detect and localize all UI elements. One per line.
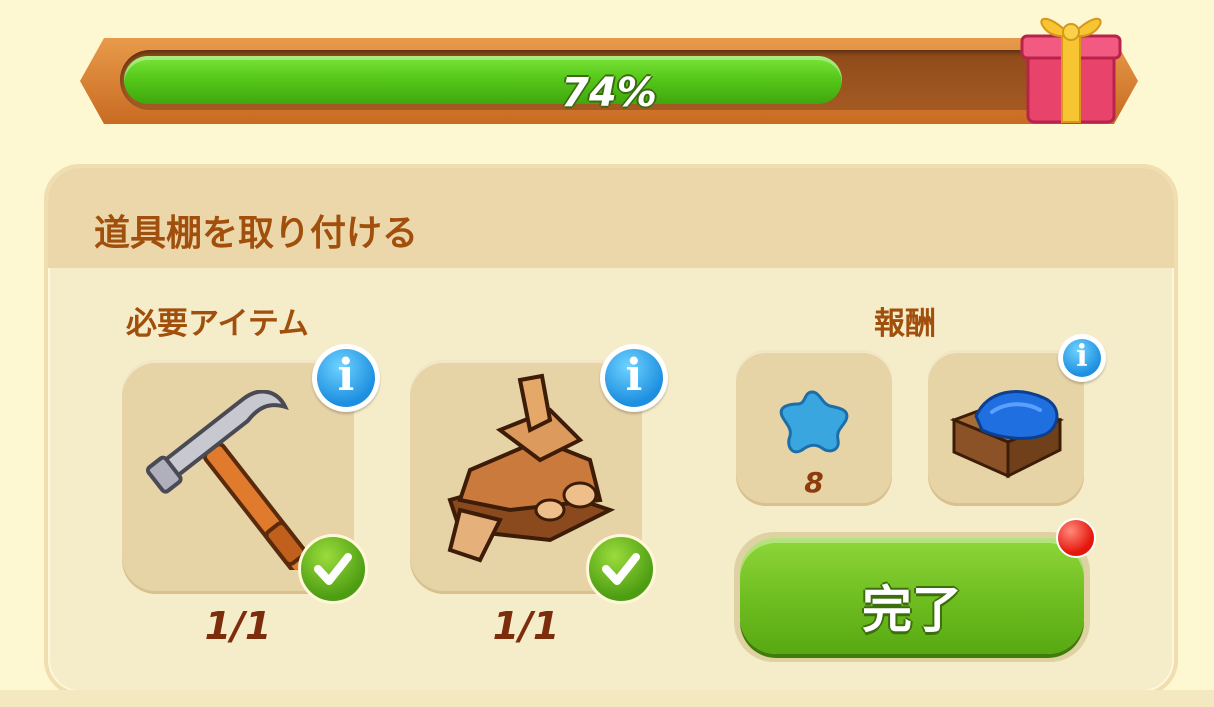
bottom-strip <box>0 690 1214 707</box>
progress-bar: 74% <box>80 38 1138 124</box>
task-header: 道具棚を取り付ける <box>48 168 1174 268</box>
complete-button-label: 完了 <box>862 581 962 639</box>
required-count: 1/1 <box>492 604 560 648</box>
notification-dot <box>1056 518 1096 558</box>
checkmark-icon <box>298 534 368 604</box>
info-icon[interactable]: i <box>312 344 380 412</box>
reward-label: 報酬 <box>874 306 936 342</box>
required-count: 1/1 <box>204 604 272 648</box>
checkmark-icon <box>586 534 656 604</box>
blue-star-icon <box>779 390 849 454</box>
complete-button-face: 完了 <box>740 538 1084 654</box>
reward-count: 8 <box>804 466 824 499</box>
complete-button[interactable]: 完了 <box>734 532 1090 662</box>
progress-track: 74% <box>120 50 1098 110</box>
info-icon[interactable]: i <box>600 344 668 412</box>
cloth-crate-icon <box>949 390 1065 479</box>
gift-box-icon[interactable] <box>1016 0 1126 126</box>
task-panel: 道具棚を取り付ける 必要アイテム 報酬 i 1/1 i 1/1 8 i 完了 <box>44 164 1178 696</box>
required-items-label: 必要アイテム <box>126 306 309 342</box>
task-title: 道具棚を取り付ける <box>94 213 419 254</box>
progress-percent: 74% <box>561 70 657 116</box>
reward-item-blue-star[interactable]: 8 <box>736 350 892 506</box>
info-icon[interactable]: i <box>1058 334 1106 382</box>
